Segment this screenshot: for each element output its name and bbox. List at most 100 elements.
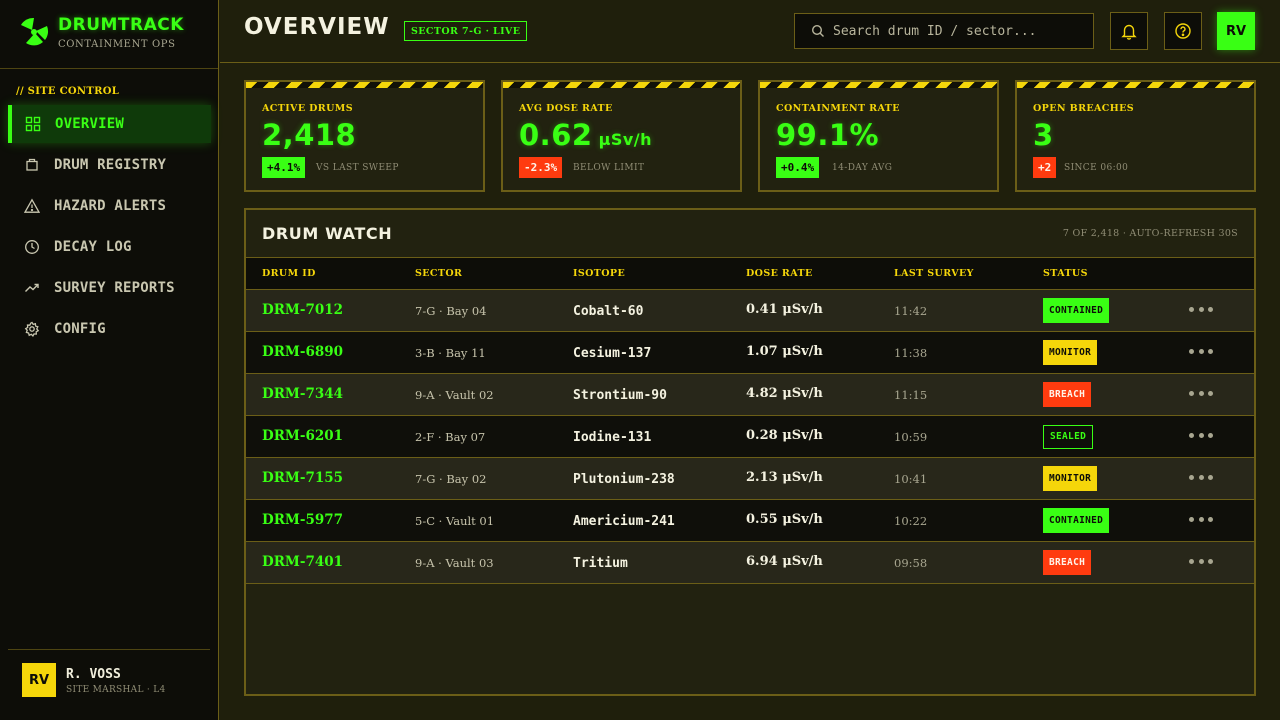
drum-id-link[interactable]: DRM-7401 (262, 554, 343, 570)
sidebar-nav: OVERVIEW DRUM REGISTRY HAZARD ALERTS DEC… (8, 105, 211, 351)
row-more-button[interactable] (1189, 383, 1213, 403)
user-avatar[interactable]: RV (22, 663, 56, 697)
drum-last-survey: 09:58 (894, 556, 928, 570)
table-row[interactable]: DRM-7155 7-G · Bay 02 Plutonium-238 2.13… (246, 458, 1254, 500)
status-cell: MONITOR (1043, 466, 1098, 491)
radiation-logo-icon (21, 17, 49, 46)
hazard-stripe (503, 82, 740, 88)
account-avatar[interactable]: RV (1217, 12, 1255, 50)
kpi-delta: +4.1% (262, 157, 306, 178)
dot-icon (1198, 558, 1204, 564)
topbar: OVERVIEW SECTOR 7-G · LIVE RV (220, 0, 1280, 63)
kpi-note: VS LAST SWEEP (316, 163, 399, 173)
sidebar-item-hazard-alerts[interactable]: HAZARD ALERTS (8, 187, 211, 225)
status-badge: BREACH (1043, 382, 1092, 407)
sidebar-item-config[interactable]: CONFIG (8, 310, 211, 348)
column-header-drum-id[interactable]: DRUM ID (262, 268, 316, 279)
status-cell: CONTAINED (1043, 508, 1110, 533)
table-row[interactable]: DRM-6890 3-B · Bay 11 Cesium-137 1.07 μS… (246, 332, 1254, 374)
sidebar-item-label: DRUM REGISTRY (54, 157, 167, 173)
dot-icon (1198, 432, 1204, 438)
column-header-status[interactable]: STATUS (1043, 268, 1088, 279)
kpi-note: 14-DAY AVG (832, 163, 893, 173)
row-more-button[interactable] (1189, 341, 1213, 361)
sidebar: DRUMTRACK CONTAINMENT OPS // SITE CONTRO… (0, 0, 219, 720)
sidebar-item-survey-reports[interactable]: SURVEY REPORTS (8, 269, 211, 307)
bell-icon (1121, 24, 1137, 40)
dot-icon (1198, 390, 1204, 396)
row-more-button[interactable] (1189, 299, 1213, 319)
sidebar-item-decay-log[interactable]: DECAY LOG (8, 228, 211, 266)
table-row[interactable]: DRM-5977 5-C · Vault 01 Americium-241 0.… (246, 500, 1254, 542)
drum-id-link[interactable]: DRM-7012 (262, 302, 343, 318)
drum-last-survey: 10:59 (894, 430, 928, 444)
drum-isotope: Iodine-131 (573, 430, 652, 445)
table-row[interactable]: DRM-7401 9-A · Vault 03 Tritium 6.94 μSv… (246, 542, 1254, 584)
status-badge: BREACH (1043, 550, 1092, 575)
kpi-value: 3 (1033, 118, 1054, 152)
drum-isotope: Tritium (573, 556, 628, 571)
sidebar-item-drum-registry[interactable]: DRUM REGISTRY (8, 146, 211, 184)
kpi-note: SINCE 06:00 (1064, 163, 1129, 173)
status-cell: MONITOR (1043, 340, 1098, 365)
drum-isotope: Americium-241 (573, 514, 675, 529)
drum-sector: 2-F · Bay 07 (415, 430, 486, 444)
kpi-unit: μSv/h (598, 130, 653, 149)
help-button[interactable] (1164, 12, 1202, 50)
barrel-icon (24, 157, 40, 173)
hazard-stripe (246, 82, 483, 88)
kpi-label: CONTAINMENT RATE (776, 103, 900, 114)
table-row[interactable]: DRM-7012 7-G · Bay 04 Cobalt-60 0.41 μSv… (246, 290, 1254, 332)
row-more-button[interactable] (1189, 509, 1213, 529)
drum-dose-rate: 0.41 μSv/h (746, 302, 823, 317)
kpi-label: AVG DOSE RATE (519, 103, 613, 114)
notifications-button[interactable] (1110, 12, 1148, 50)
drum-id-link[interactable]: DRM-6890 (262, 344, 343, 360)
row-more-button[interactable] (1189, 425, 1213, 445)
user-name: R. VOSS (66, 667, 121, 682)
kpi-value: 0.62 μSv/h (519, 118, 653, 152)
column-header-isotope[interactable]: ISOTOPE (573, 268, 625, 279)
drum-sector: 9-A · Vault 02 (415, 388, 494, 402)
drum-id-link[interactable]: DRM-7344 (262, 386, 343, 402)
kpi-card-containment-rate: CONTAINMENT RATE 99.1% +0.4% 14-DAY AVG (758, 80, 999, 192)
search-bar[interactable] (794, 13, 1094, 49)
dot-icon (1198, 306, 1204, 312)
dot-icon (1208, 390, 1213, 396)
sidebar-item-overview[interactable]: OVERVIEW (8, 105, 211, 143)
drum-isotope: Cobalt-60 (573, 304, 644, 319)
row-more-button[interactable] (1189, 467, 1213, 487)
user-role: SITE MARSHAL · L4 (66, 685, 166, 695)
dot-icon (1189, 516, 1194, 522)
drum-id-link[interactable]: DRM-7155 (262, 470, 343, 486)
dot-icon (1189, 432, 1194, 438)
table-header: DRUM ID SECTOR ISOTOPE DOSE RATE LAST SU… (246, 257, 1254, 290)
column-header-dose-rate[interactable]: DOSE RATE (746, 268, 813, 279)
dot-icon (1208, 558, 1213, 564)
column-header-last-survey[interactable]: LAST SURVEY (894, 268, 974, 279)
drum-last-survey: 10:22 (894, 514, 928, 528)
table-row[interactable]: DRM-6201 2-F · Bay 07 Iodine-131 0.28 μS… (246, 416, 1254, 458)
status-cell: CONTAINED (1043, 298, 1110, 323)
page-title: OVERVIEW (244, 14, 390, 40)
drum-watch-panel: DRUM WATCH 7 OF 2,418 · AUTO-REFRESH 30S… (244, 208, 1256, 696)
row-more-button[interactable] (1189, 551, 1213, 571)
column-header-sector[interactable]: SECTOR (415, 268, 462, 279)
trend-up-icon (24, 280, 40, 296)
dot-icon (1198, 348, 1204, 354)
drum-id-link[interactable]: DRM-6201 (262, 428, 343, 444)
search-input[interactable] (833, 23, 1073, 39)
drum-last-survey: 10:41 (894, 472, 928, 486)
dot-icon (1208, 306, 1213, 312)
kpi-note: BELOW LIMIT (573, 163, 645, 173)
drum-id-link[interactable]: DRM-5977 (262, 512, 343, 528)
user-divider (8, 649, 210, 650)
clock-icon (24, 239, 40, 255)
drum-sector: 7-G · Bay 04 (415, 304, 487, 318)
nav-section-label: // SITE CONTROL (16, 86, 120, 97)
status-badge: CONTAINED (1043, 508, 1110, 533)
hazard-stripe (1017, 82, 1254, 88)
kpi-card-open-breaches: OPEN BREACHES 3 +2 SINCE 06:00 (1015, 80, 1256, 192)
warning-triangle-icon (24, 198, 40, 214)
table-row[interactable]: DRM-7344 9-A · Vault 02 Strontium-90 4.8… (246, 374, 1254, 416)
